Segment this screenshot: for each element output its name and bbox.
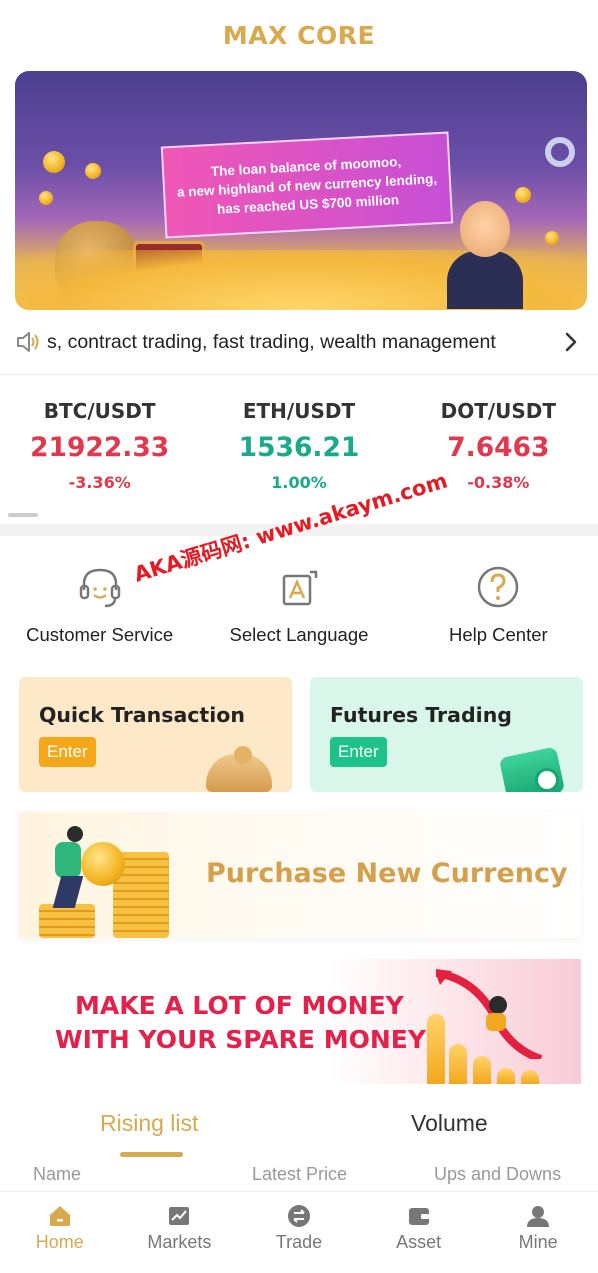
user-icon [527,1206,550,1227]
nav-label: Mine [518,1232,558,1252]
nav-label: Home [35,1232,84,1252]
home-icon [49,1206,70,1226]
businessman-suit [447,251,523,309]
app-header: MAX CORE [0,0,598,70]
ticker-price: 1536.21 [238,432,360,463]
ticker-price: 7.6463 [447,432,550,463]
column-name: Name [33,1164,82,1184]
notice-text: s, contract trading, fast trading, wealt… [47,330,496,353]
nav-asset[interactable]: Asset [359,1192,479,1273]
ticker-btc[interactable]: BTC/USDT 21922.33 -3.36% [0,394,199,498]
card-title: Futures Trading [330,703,512,727]
nav-markets[interactable]: Markets [120,1192,240,1273]
notice-bar[interactable]: s, contract trading, fast trading, wealt… [15,320,583,364]
futures-trading-card[interactable]: Futures Trading Enter [310,677,583,792]
coin-decoration [545,231,559,245]
column-ups-downs: Ups and Downs [434,1164,562,1184]
spare-line-1: MAKE A LOT OF MONEY [75,991,404,1020]
ticker-pair: DOT/USDT [440,399,557,423]
chart-bar-decoration [473,1056,491,1084]
coin-decoration [43,151,65,173]
coin-decoration [85,163,101,179]
shortcut-label: Select Language [229,624,369,645]
market-list-tabs: Rising list Volume [0,1110,598,1158]
ticker-eth[interactable]: ETH/USDT 1536.21 1.00% [199,394,398,498]
list-column-headers: Name Latest Price Ups and Downs [0,1164,598,1190]
chart-bar-decoration [497,1068,515,1084]
chart-icon [169,1207,190,1225]
person-illustration [67,826,83,842]
headset-icon [79,568,120,608]
quick-transaction-card[interactable]: Quick Transaction Enter [19,677,292,792]
ticker-row: BTC/USDT 21922.33 -3.36% ETH/USDT 1536.2… [0,394,598,498]
ticker-pair: ETH/USDT [242,399,356,423]
card-title: Quick Transaction [39,703,245,727]
active-tab-indicator [120,1152,183,1157]
promo-banner[interactable]: The loan balance of moomoo, a new highla… [15,71,587,310]
speaker-icon [17,332,39,352]
column-latest-price: Latest Price [252,1164,348,1184]
banner-headline-card: The loan balance of moomoo, a new highla… [160,131,454,239]
coin-icon [234,746,252,764]
planet-decoration [545,137,575,167]
dollar-coin-icon [81,842,125,886]
nav-label: Trade [275,1232,323,1252]
shortcut-select-language[interactable]: Select Language [199,562,398,646]
tab-volume[interactable]: Volume [411,1110,488,1137]
wallet-icon [408,1208,429,1225]
divider [0,374,598,375]
nav-home[interactable]: Home [0,1192,120,1273]
chart-bar-decoration [521,1070,539,1084]
coin-stack [39,904,95,938]
person-illustration [55,842,81,878]
chevron-right-icon[interactable] [559,330,583,354]
clock-icon [535,768,559,792]
app-title: MAX CORE [222,20,376,50]
quick-transaction-enter-button[interactable]: Enter [39,737,96,767]
ticker-change: -3.36% [68,473,131,492]
spare-money-banner[interactable]: MAKE A LOT OF MONEY WITH YOUR SPARE MONE… [21,959,581,1084]
shortcut-label: Help Center [448,624,548,645]
futures-trading-enter-button[interactable]: Enter [330,737,387,767]
ticker-price: 21922.33 [30,432,170,463]
exchange-icon [287,1205,310,1227]
bottom-nav: Home Markets Trade Asset Mine [0,1191,598,1273]
nav-label: Asset [396,1232,442,1252]
purchase-title: Purchase New Currency [206,858,568,889]
nav-label: Markets [147,1232,212,1252]
action-cards: Quick Transaction Enter Futures Trading … [19,677,583,792]
shortcut-label: Customer Service [26,624,174,645]
coin-decoration [39,191,53,205]
spare-line-2: WITH YOUR SPARE MONEY [55,1025,426,1054]
question-icon [478,566,519,608]
nav-trade[interactable]: Trade [239,1192,359,1273]
shortcut-help-center[interactable]: Help Center [399,562,598,646]
language-icon [282,570,318,606]
coin-decoration [515,187,531,203]
falling-arrow-icon [436,969,543,1059]
shortcut-row: Customer Service Select Language Help Ce… [0,562,598,646]
ticker-pair: BTC/USDT [43,399,156,423]
nav-mine[interactable]: Mine [478,1192,598,1273]
purchase-currency-banner[interactable]: Purchase New Currency [19,812,581,938]
businessman-face [460,201,510,257]
tab-rising-list[interactable]: Rising list [100,1110,198,1137]
ticker-scroll-indicator[interactable] [8,513,38,517]
